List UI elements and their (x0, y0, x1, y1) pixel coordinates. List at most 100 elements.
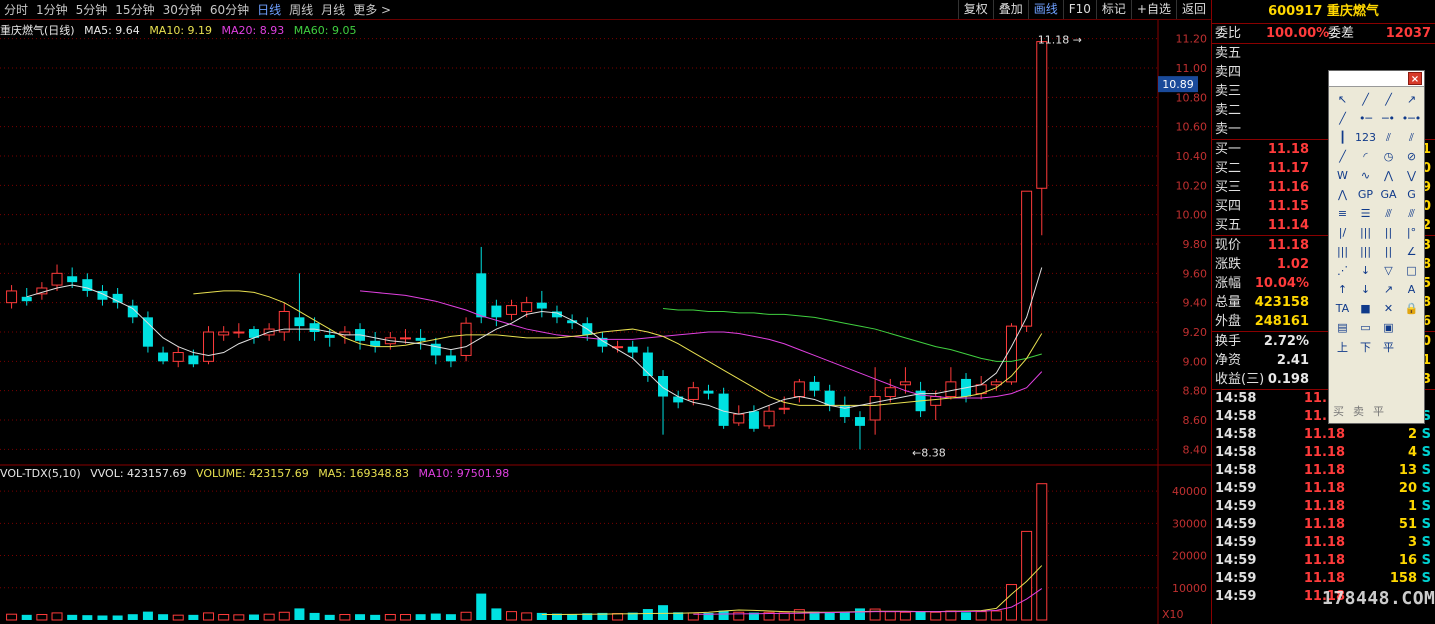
volume-bar (1021, 530, 1033, 621)
fan-tool-icon[interactable]: ⋰ (1331, 261, 1354, 280)
bars3-tool-icon[interactable]: || (1377, 242, 1400, 261)
volume-bar (476, 593, 487, 620)
stat-row-value: 423158 (1254, 295, 1309, 310)
toolbar-button[interactable]: 叠加 (992, 0, 1028, 19)
bars-tool-icon[interactable]: ||| (1331, 242, 1354, 261)
speed-lines-tool-icon[interactable]: ⫻ (1377, 204, 1400, 223)
gann-fan-tool-icon[interactable]: ⊘ (1400, 147, 1423, 166)
toolbox-close-icon[interactable]: × (1408, 72, 1422, 85)
tick-price: 11.18 (1303, 535, 1345, 550)
segment-tool-icon[interactable]: ╱ (1331, 109, 1354, 128)
toolbox-footer-item[interactable]: 平 (1373, 403, 1384, 419)
ratio-lines-tool-icon[interactable]: ☰ (1354, 204, 1377, 223)
up-arrow-tool-icon[interactable]: ↑ (1331, 280, 1354, 299)
high-price-label: 11.18 → (1038, 34, 1082, 47)
gray-box-tool-icon[interactable]: ■ (1354, 299, 1377, 318)
toolbar-button[interactable]: F10 (1062, 0, 1096, 19)
g-tool-icon[interactable]: G (1400, 185, 1423, 204)
zigzag-tool-icon[interactable]: ⋀ (1377, 166, 1400, 185)
arc-tool-icon[interactable]: ◜ (1354, 147, 1377, 166)
zigzag2-tool-icon[interactable]: ⋁ (1400, 166, 1423, 185)
period-tab[interactable]: 30分钟 (159, 2, 206, 18)
tick-time: 14:59 (1215, 481, 1257, 496)
bars2-tool-icon[interactable]: ||| (1354, 242, 1377, 261)
period-tab[interactable]: 5分钟 (72, 2, 112, 18)
toolbox-titlebar[interactable]: × (1329, 71, 1424, 87)
ray-line-tool-icon[interactable]: ╱ (1377, 90, 1400, 109)
parallel-line-tool-icon[interactable]: ⫽ (1377, 128, 1400, 147)
drawing-toolbox[interactable]: × ↖ ╱ ╱ ↗ ╱ •─ ─• •─• ┃ 123 ⫽ ⫽ ╱ ◜ ◷ ⊘ W ∿ ⋀ ⋁ ⋀ GP GA G ≡ ☰ ⫻ ⫻ |/… (1328, 70, 1425, 424)
time-cycle-tool-icon[interactable]: ||| (1354, 223, 1377, 242)
text-style-tool-icon[interactable]: TA (1331, 299, 1354, 318)
candle-body (899, 381, 911, 386)
fibonacci-tool-icon[interactable]: ≡ (1331, 204, 1354, 223)
number-tool-icon[interactable]: 123 (1354, 128, 1377, 147)
period-tab[interactable]: 分时 (0, 2, 32, 18)
sell-mark-tool-icon[interactable]: 下 (1354, 337, 1377, 356)
speed-lines2-tool-icon[interactable]: ⫻ (1400, 204, 1423, 223)
tick-side: S (1421, 427, 1431, 442)
volume-bar (975, 611, 987, 621)
period-tab[interactable]: 1分钟 (32, 2, 72, 18)
candle-body (990, 381, 1002, 386)
period-tab[interactable]: 月线 (317, 2, 349, 18)
image-tool-icon[interactable]: ▣ (1377, 318, 1400, 337)
price-tick-label: 9.20 (1183, 326, 1208, 339)
text-tool-icon[interactable]: A (1400, 280, 1423, 299)
toolbox-footer-item[interactable]: 买 (1333, 403, 1344, 419)
horizontal-segment-tool-icon[interactable]: •─ (1354, 109, 1377, 128)
wave-tool-icon[interactable]: W (1331, 166, 1354, 185)
cycle-tool-icon[interactable]: |° (1400, 223, 1423, 242)
line-tool-icon[interactable]: ╱ (1354, 90, 1377, 109)
down-arrow-tool-icon[interactable]: ↓ (1354, 280, 1377, 299)
tick-volume: 13 (1398, 463, 1417, 478)
circle-tool-icon[interactable]: ◷ (1377, 147, 1400, 166)
kline-chart[interactable]: 8.40 8.60 8.80 9.00 9.20 9.40 9.60 9.80 10.00 10.… (0, 20, 1211, 624)
candle-body (399, 337, 411, 340)
toolbar-button[interactable]: 画线 (1027, 0, 1063, 19)
mountain-tool-icon[interactable]: ⋀ (1331, 185, 1354, 204)
tick-time: 14:58 (1215, 427, 1257, 442)
vertical-line-tool-icon[interactable]: ┃ (1331, 128, 1354, 147)
trend-line-tool-icon[interactable]: ╱ (1331, 147, 1354, 166)
lock-tool-icon[interactable]: 🔒 (1400, 299, 1423, 318)
candle-body (658, 376, 669, 397)
toolbar-button[interactable]: 标记 (1095, 0, 1131, 19)
ga-tool-icon[interactable]: GA (1377, 185, 1400, 204)
channel-tool-icon[interactable]: ⫽ (1400, 128, 1423, 147)
angle-tool-icon[interactable]: ∠ (1400, 242, 1423, 261)
pointer-tool-icon[interactable]: ↖ (1331, 90, 1354, 109)
period-tab[interactable]: 日线 (253, 2, 285, 18)
fib-time-tool-icon[interactable]: || (1377, 223, 1400, 242)
ruler-tool-icon[interactable]: ▭ (1354, 318, 1377, 337)
cross-arrow-tool-icon[interactable]: ↗ (1377, 280, 1400, 299)
period-tab[interactable]: 周线 (285, 2, 317, 18)
toolbox-footer-item[interactable]: 卖 (1353, 403, 1364, 419)
arrow-line-tool-icon[interactable]: ↗ (1400, 90, 1423, 109)
down-arrow-line-tool-icon[interactable]: ↓ (1354, 261, 1377, 280)
stat-row-label: 现价 (1215, 238, 1242, 253)
period-tab[interactable]: 更多 > (349, 2, 395, 18)
candle-body (203, 331, 215, 362)
blank-tool-icon[interactable] (1400, 318, 1423, 337)
toolbar-button[interactable]: 复权 (957, 0, 993, 19)
rectangle-tool-icon[interactable]: □ (1400, 261, 1423, 280)
toolbar-button[interactable]: 返回 (1175, 0, 1211, 19)
toolbar-button[interactable]: +自选 (1130, 0, 1176, 19)
gp-tool-icon[interactable]: GP (1354, 185, 1377, 204)
horizontal-line-tool-icon[interactable]: ─• (1377, 109, 1400, 128)
candle-body (218, 331, 230, 336)
buy-mark-tool-icon[interactable]: 上 (1331, 337, 1354, 356)
volume-bar (839, 612, 850, 620)
flat-mark-tool-icon[interactable]: 平 (1377, 337, 1400, 356)
volume-bar (491, 608, 502, 620)
period-tab[interactable]: 15分钟 (111, 2, 158, 18)
horizontal-ray-tool-icon[interactable]: •─• (1400, 109, 1423, 128)
period-tab[interactable]: 60分钟 (206, 2, 253, 18)
triangle-tool-icon[interactable]: ▽ (1377, 261, 1400, 280)
bracket-tool-icon[interactable]: |/ (1331, 223, 1354, 242)
note-tool-icon[interactable]: ▤ (1331, 318, 1354, 337)
wave2-tool-icon[interactable]: ∿ (1354, 166, 1377, 185)
delete-tool-icon[interactable]: ✕ (1377, 299, 1400, 318)
volume-bar (869, 608, 881, 621)
